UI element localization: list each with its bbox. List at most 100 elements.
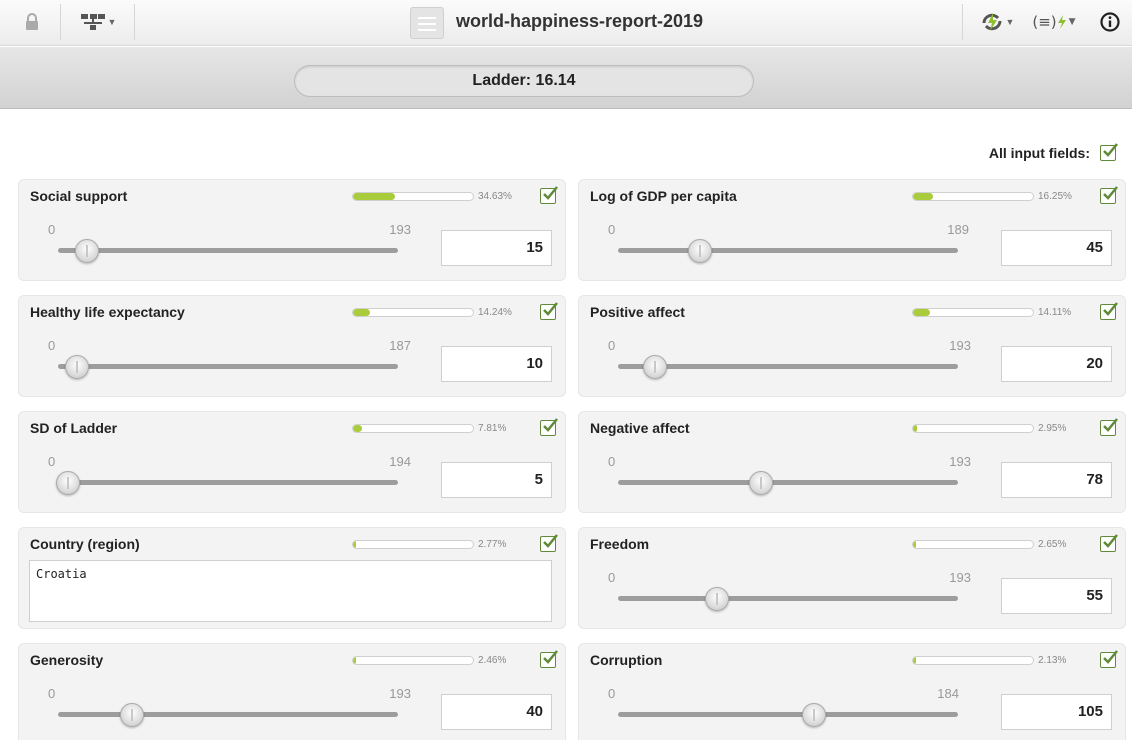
all-input-fields-label: All input fields: <box>988 145 1090 161</box>
slider-min: 0 <box>608 570 616 585</box>
field-checkbox[interactable] <box>540 650 558 668</box>
slider-max: 193 <box>389 686 411 701</box>
chevron-down-icon: ▼ <box>1005 17 1015 27</box>
field-card-corruption: Corruption 2.13% 0 184 105 <box>578 643 1126 740</box>
toolbar-divider <box>962 4 963 40</box>
importance-bar <box>352 540 474 549</box>
field-checkbox[interactable] <box>1100 534 1118 552</box>
value-input[interactable]: 5 <box>441 462 552 498</box>
importance-percent: 7.81% <box>478 423 507 434</box>
importance-percent: 2.77% <box>478 539 507 550</box>
field-label: Corruption <box>590 652 663 668</box>
field-card-negative-affect: Negative affect 2.95% 0 193 78 <box>578 411 1126 513</box>
field-card-healthy-life-expectancy: Healthy life expectancy 14.24% 0 187 10 <box>18 295 566 397</box>
field-label: Freedom <box>590 536 650 552</box>
slider-handle[interactable] <box>75 239 99 263</box>
slider-track[interactable] <box>618 364 958 369</box>
importance-percent: 2.65% <box>1038 539 1067 550</box>
importance-percent: 2.13% <box>1038 655 1067 666</box>
slider-track[interactable] <box>58 248 398 253</box>
slider-handle[interactable] <box>749 471 773 495</box>
field-checkbox[interactable] <box>540 534 558 552</box>
field-checkbox[interactable] <box>540 418 558 436</box>
slider-min: 0 <box>608 222 616 237</box>
slider-min: 0 <box>608 338 616 353</box>
importance-percent: 2.95% <box>1038 423 1067 434</box>
field-label: SD of Ladder <box>30 420 118 436</box>
importance-bar <box>912 424 1034 433</box>
slider-track[interactable] <box>58 364 398 369</box>
importance-bar <box>352 424 474 433</box>
field-card-social-support: Social support 34.63% 0 193 15 <box>18 179 566 281</box>
slider-handle[interactable] <box>56 471 80 495</box>
field-label: Country (region) <box>30 536 140 552</box>
slider-handle[interactable] <box>65 355 89 379</box>
slider-handle[interactable] <box>705 587 729 611</box>
field-card-sd-of-ladder: SD of Ladder 7.81% 0 194 5 <box>18 411 566 513</box>
slider-handle[interactable] <box>688 239 712 263</box>
refresh-lightning-icon[interactable]: ▼ <box>975 8 1019 36</box>
slider-max: 193 <box>949 454 971 469</box>
value-input[interactable]: 20 <box>1001 346 1112 382</box>
prediction-bar: Ladder: 16.14 <box>0 47 1132 109</box>
country-text-input[interactable]: Croatia <box>29 560 552 622</box>
importance-bar <box>352 308 474 317</box>
importance-bar <box>912 308 1034 317</box>
importance-bar <box>352 192 474 201</box>
slider-track[interactable] <box>618 480 958 485</box>
importance-bar <box>912 656 1034 665</box>
importance-percent: 34.63% <box>478 191 512 202</box>
lock-icon[interactable] <box>18 8 46 36</box>
value-input[interactable]: 40 <box>441 694 552 730</box>
model-tree-icon[interactable]: ▼ <box>76 8 120 36</box>
slider-max: 193 <box>389 222 411 237</box>
value-input[interactable]: 105 <box>1001 694 1112 730</box>
field-checkbox[interactable] <box>540 302 558 320</box>
value-input[interactable]: 15 <box>441 230 552 266</box>
importance-bar <box>912 192 1034 201</box>
value-input[interactable]: 45 <box>1001 230 1112 266</box>
all-input-fields-toggle[interactable]: All input fields: <box>988 143 1118 161</box>
field-checkbox[interactable] <box>1100 302 1118 320</box>
prediction-result: Ladder: 16.14 <box>294 65 754 97</box>
slider-track[interactable] <box>58 480 398 485</box>
slider-track[interactable] <box>618 712 958 717</box>
field-checkbox[interactable] <box>540 186 558 204</box>
field-checkbox[interactable] <box>1100 418 1118 436</box>
field-card-freedom: Freedom 2.65% 0 193 55 <box>578 527 1126 629</box>
importance-percent: 16.25% <box>1038 191 1072 202</box>
importance-bar <box>912 540 1034 549</box>
slider-track[interactable] <box>58 712 398 717</box>
chevron-down-icon: ▼ <box>1068 17 1076 27</box>
field-card-positive-affect: Positive affect 14.11% 0 193 20 <box>578 295 1126 397</box>
value-input[interactable]: 55 <box>1001 578 1112 614</box>
importance-percent: 14.11% <box>1038 307 1072 318</box>
slider-max: 184 <box>937 686 959 701</box>
slider-track[interactable] <box>618 596 958 601</box>
slider-handle[interactable] <box>643 355 667 379</box>
document-icon <box>410 7 444 39</box>
value-input[interactable]: 10 <box>441 346 552 382</box>
info-icon[interactable] <box>1096 8 1124 36</box>
slider-max: 193 <box>949 338 971 353</box>
field-checkbox[interactable] <box>1100 186 1118 204</box>
field-card-generosity: Generosity 2.46% 0 193 40 <box>18 643 566 740</box>
slider-track[interactable] <box>618 248 958 253</box>
slider-min: 0 <box>48 686 56 701</box>
slider-handle[interactable] <box>802 703 826 727</box>
slider-min: 0 <box>608 686 616 701</box>
field-label: Log of GDP per capita <box>590 188 737 204</box>
slider-max: 193 <box>949 570 971 585</box>
importance-percent: 14.24% <box>478 307 512 318</box>
top-toolbar: ▼ world-happiness-report-2019 ▼ (≡) ▼ <box>0 0 1132 46</box>
input-fields-lightning-icon[interactable]: (≡) ▼ <box>1030 8 1078 36</box>
slider-min: 0 <box>48 454 56 469</box>
slider-handle[interactable] <box>120 703 144 727</box>
all-input-fields-checkbox[interactable] <box>1100 143 1118 161</box>
value-input[interactable]: 78 <box>1001 462 1112 498</box>
toolbar-divider <box>134 4 135 40</box>
slider-min: 0 <box>48 222 56 237</box>
field-label: Generosity <box>30 652 104 668</box>
field-checkbox[interactable] <box>1100 650 1118 668</box>
toolbar-divider <box>60 4 61 40</box>
